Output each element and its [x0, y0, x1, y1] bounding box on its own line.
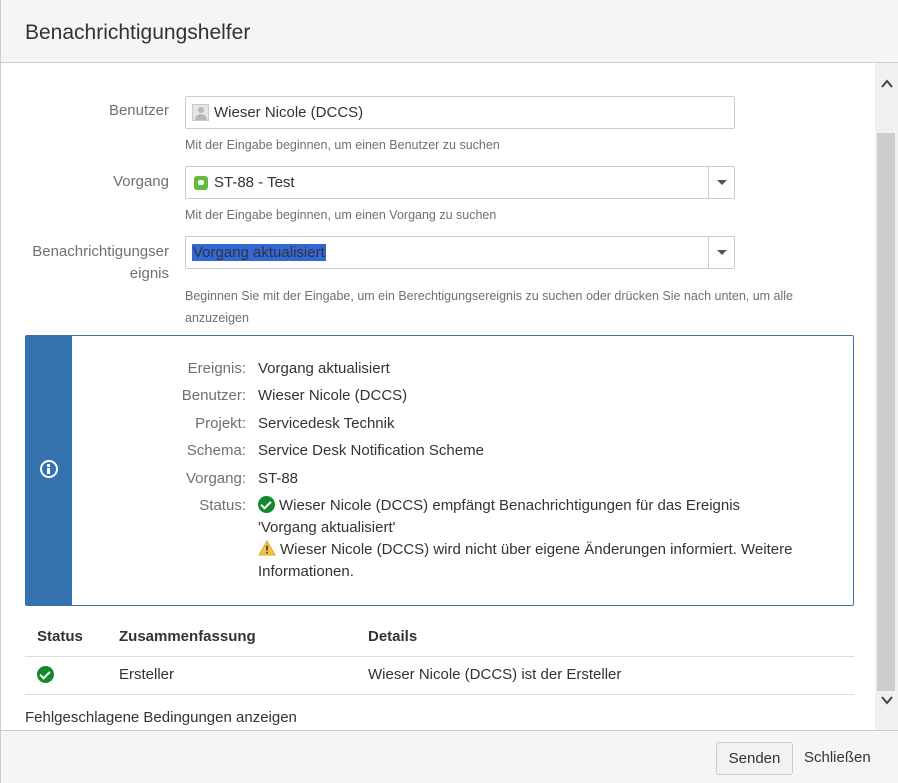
more-info-link[interactable]: Weitere [741, 541, 792, 558]
info-key-user: Benutzer: [181, 387, 246, 404]
event-help: Beginnen Sie mit der Eingabe, um ein Ber… [185, 285, 793, 329]
issue-label: Vorgang [113, 173, 169, 190]
info-key-scheme: Schema: [186, 442, 246, 459]
event-label-line2: eignis [129, 265, 169, 282]
issue-help: Mit der Eingabe beginnen, um einen Vorga… [185, 208, 497, 222]
close-button[interactable]: Schließen [804, 749, 871, 766]
user-value: Wieser Nicole (DCCS) [214, 104, 364, 121]
info-key-project: Projekt: [195, 415, 246, 432]
event-value[interactable]: Vorgang aktualisiert [192, 244, 326, 261]
info-value-project: Servicedesk Technik [258, 415, 395, 432]
issue-picker[interactable]: ST-88 - Test [185, 166, 735, 199]
notification-helper-dialog: Benachrichtigungshelfer Benutzer Wieser … [0, 0, 898, 783]
vertical-scrollbar[interactable] [875, 63, 898, 730]
info-value-user: Wieser Nicole (DCCS) [258, 387, 408, 404]
scrollbar-thumb[interactable] [877, 133, 895, 691]
status-ok-line2: 'Vorgang aktualisiert' [258, 519, 396, 536]
more-info-link-cont[interactable]: Informationen. [258, 561, 354, 583]
success-check-icon [258, 496, 275, 513]
table-header-status: Status [37, 628, 83, 645]
dialog-content: Benutzer Wieser Nicole (DCCS) Mit der Ei… [1, 63, 875, 730]
status-ok-text: Wieser Nicole (DCCS) empfängt Benachrich… [279, 497, 741, 514]
info-value-issue: ST-88 [258, 470, 299, 487]
dialog-footer: Senden Schließen [1, 730, 898, 783]
table-header-details: Details [368, 628, 418, 645]
table-header-summary: Zusammenfassung [119, 628, 256, 645]
status-warning-text: Wieser Nicole (DCCS) wird nicht über eig… [280, 541, 737, 558]
event-dropdown-chevron-icon[interactable] [708, 237, 734, 268]
event-picker[interactable]: Vorgang aktualisiert [185, 236, 735, 269]
table-cell-summary: Ersteller [119, 666, 175, 683]
issue-dropdown-chevron-icon[interactable] [708, 167, 734, 198]
status-warning-line: Wieser Nicole (DCCS) wird nicht über eig… [258, 539, 792, 561]
info-panel: Ereignis: Vorgang aktualisiert Benutzer:… [25, 335, 854, 606]
table-row-status [37, 666, 54, 685]
user-label: Benutzer [108, 102, 169, 119]
info-value-scheme: Service Desk Notification Scheme [258, 442, 484, 459]
scroll-down-chevron-icon[interactable] [880, 693, 894, 707]
dialog-title: Benachrichtigungshelfer [25, 21, 251, 44]
success-check-icon [37, 666, 54, 683]
issue-value: ST-88 - Test [214, 174, 295, 191]
user-avatar-icon [192, 104, 209, 121]
info-key-issue: Vorgang: [185, 470, 246, 487]
warning-icon [258, 540, 276, 556]
info-value-event: Vorgang aktualisiert [258, 360, 390, 377]
table-header-divider [25, 656, 854, 657]
table-cell-details: Wieser Nicole (DCCS) ist der Ersteller [368, 666, 622, 683]
scroll-up-chevron-icon[interactable] [880, 77, 894, 91]
issue-type-icon [194, 176, 208, 190]
event-label: Benachrichtigungser eignis [1, 241, 169, 285]
show-failed-conditions-link[interactable]: Fehlgeschlagene Bedingungen anzeigen [25, 709, 297, 726]
info-key-event: Ereignis: [187, 360, 246, 377]
info-key-status: Status: [199, 497, 246, 514]
table-row-divider [25, 694, 854, 695]
send-button[interactable]: Senden [716, 742, 793, 775]
status-ok-line: Wieser Nicole (DCCS) empfängt Benachrich… [258, 495, 740, 517]
event-label-line1: Benachrichtigungser [32, 243, 169, 260]
user-help: Mit der Eingabe beginnen, um einen Benut… [185, 138, 500, 152]
event-help-line2: anzuzeigen [185, 311, 249, 325]
user-picker[interactable]: Wieser Nicole (DCCS) [185, 96, 735, 129]
dialog-header: Benachrichtigungshelfer [1, 0, 898, 63]
event-help-line1: Beginnen Sie mit der Eingabe, um ein Ber… [185, 289, 794, 303]
